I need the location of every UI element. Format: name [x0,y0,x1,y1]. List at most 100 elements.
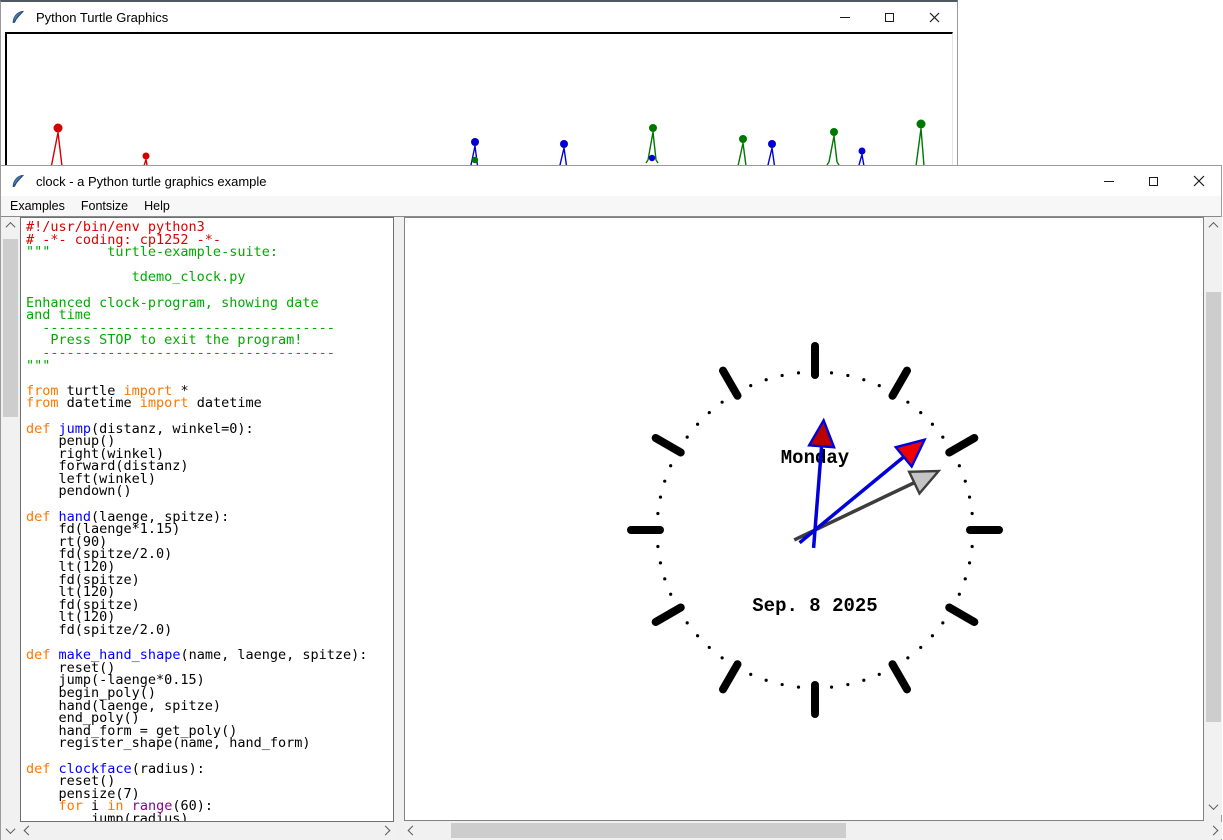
scrollbar-thumb[interactable] [451,823,846,838]
code-line: tdemo_clock.py [26,271,393,284]
source-code-editor[interactable]: #!/usr/bin/env python3# -*- coding: cp12… [20,217,394,822]
minute-dot [781,374,784,377]
scroll-left-button[interactable] [404,822,421,839]
minute-dot [663,480,666,483]
hour-hand [809,420,834,548]
stick-figure [646,124,658,163]
clock-window-titlebar[interactable]: clock - a Python turtle graphics example [1,166,1221,196]
bg-minimize-button[interactable] [822,2,867,32]
maximize-icon [885,13,894,22]
minute-dot [797,686,800,689]
bg-close-button[interactable] [912,2,957,32]
minute-dot [781,683,784,686]
chevron-up-icon [1209,222,1219,232]
code-line: register_shape(name, hand_form) [26,737,393,750]
hour-tick [949,608,974,623]
menu-examples[interactable]: Examples [3,197,72,215]
scroll-down-button[interactable] [1205,798,1222,815]
bg-window-titlebar[interactable]: Python Turtle Graphics [1,2,957,32]
menu-fontsize[interactable]: Fontsize [74,197,135,215]
code-line: pendown() [26,485,393,498]
minute-dot [721,401,724,404]
scroll-down-button[interactable] [2,822,19,839]
weekday-label: Monday [781,447,850,469]
minute-dot [958,593,961,596]
tk-feather-icon [10,9,26,25]
minute-dot [878,384,881,387]
minute-dot [919,411,922,414]
scroll-right-button[interactable] [377,822,394,839]
scroll-up-button[interactable] [1205,217,1222,234]
code-line: from datetime import datetime [26,397,393,410]
chevron-up-icon [6,222,16,232]
minimize-icon [840,17,850,18]
minute-dot [958,464,961,467]
chevron-right-icon [381,826,391,836]
bg-window-title: Python Turtle Graphics [36,10,168,25]
minimize-icon [1104,181,1114,182]
minute-dot [663,577,666,580]
minute-dot [862,378,865,381]
clock-minimize-button[interactable] [1086,166,1131,196]
stick-figure [914,120,926,170]
minute-dot [659,561,662,564]
chevron-left-icon [24,826,34,836]
minute-dot [656,512,659,515]
minute-dot [931,634,934,637]
scroll-right-button[interactable] [1205,822,1222,839]
stick-figure [469,138,479,168]
canvas-vertical-scrollbar[interactable] [1205,217,1222,815]
minute-dot [906,656,909,659]
scroll-left-button[interactable] [20,822,37,839]
code-line: ------------------------------------ [26,347,393,360]
menu-help[interactable]: Help [137,197,177,215]
stick-figure [736,135,748,169]
minute-dot [669,464,672,467]
bg-maximize-button[interactable] [867,2,912,32]
chevron-down-icon [1209,800,1219,810]
minute-dot [708,646,711,649]
minute-dot [964,577,967,580]
hour-tick [893,664,908,689]
minute-dot [659,496,662,499]
hour-tick [893,371,908,396]
scrollbar-thumb[interactable] [1206,292,1221,722]
tk-feather-icon [10,173,26,189]
code-line: fd(spitze/2.0) [26,624,393,637]
minute-dot [749,384,752,387]
code-line: """ turtle-example-suite: [26,246,393,259]
maximize-icon [1149,177,1158,186]
minute-dot [749,673,752,676]
chevron-right-icon [1209,826,1219,836]
minute-dot [765,679,768,682]
hour-tick [949,438,974,453]
window-content: #!/usr/bin/env python3# -*- coding: cp12… [1,217,1221,839]
minute-dot [906,401,909,404]
hour-tick [723,371,738,396]
minute-dot [971,545,974,548]
minute-dot [931,423,934,426]
clock-drawing: MondaySep. 8 2025 [405,218,1203,820]
minute-dot [797,371,800,374]
minute-dot [830,371,833,374]
minute-dot [919,646,922,649]
scrollbar-thumb[interactable] [3,239,18,417]
hour-tick [656,608,681,623]
stick-figure [766,140,776,168]
scroll-up-button[interactable] [2,217,19,234]
minute-dot [971,512,974,515]
clock-canvas: MondaySep. 8 2025 [404,217,1204,821]
canvas-horizontal-scrollbar[interactable] [404,822,1222,839]
clock-close-button[interactable] [1176,166,1221,196]
minute-dot [830,686,833,689]
code-line: """ [26,360,393,373]
close-icon [1193,175,1205,187]
code-vertical-scrollbar[interactable] [2,217,19,839]
stick-figure [558,140,568,168]
code-horizontal-scrollbar[interactable] [20,822,394,839]
clock-maximize-button[interactable] [1131,166,1176,196]
minute-dot [968,496,971,499]
minute-dot [846,683,849,686]
window-clock-example: clock - a Python turtle graphics example… [0,165,1222,840]
minute-dot [721,656,724,659]
